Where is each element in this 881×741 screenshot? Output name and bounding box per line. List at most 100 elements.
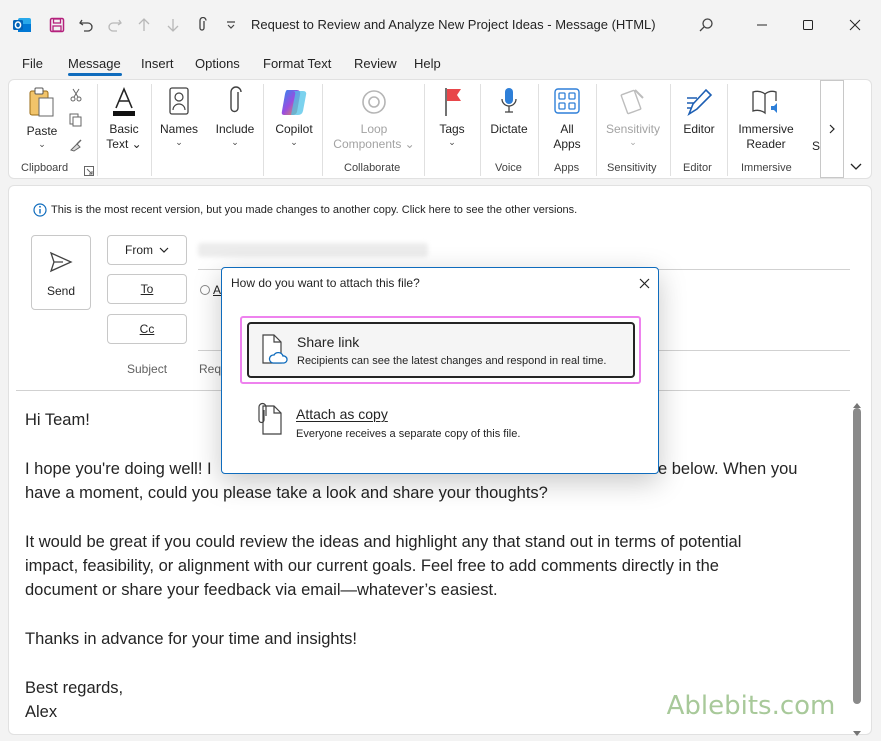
undo-icon[interactable] [75,14,97,36]
copilot-icon [281,90,307,115]
redo-icon[interactable] [104,14,126,36]
tab-message[interactable]: Message [68,56,121,71]
separator [727,84,728,176]
attach-as-copy-title: Attach as copy [296,406,388,422]
dialog-title: How do you want to attach this file? [231,276,420,290]
separator [480,84,481,176]
separator [263,84,264,176]
separator [424,84,425,176]
send-button[interactable]: Send [31,235,91,310]
dialog-close-button[interactable] [634,273,654,293]
separator [151,84,152,176]
outlook-logo-icon [11,14,33,36]
editor-button[interactable]: Editor [678,86,720,137]
customize-toolbar-icon[interactable] [220,14,242,36]
sensitivity-button[interactable]: Sensitivity ⌄ [603,86,663,147]
include-button[interactable]: Include ⌄ [213,86,257,147]
dictate-button[interactable]: Dictate [487,86,531,137]
body-p2-line3[interactable]: document or share your feedback via emai… [25,578,498,602]
body-p3[interactable]: Thanks in advance for your time and insi… [25,627,357,651]
attachment-radio-icon [200,285,210,295]
send-icon [49,251,73,273]
arrow-down-icon[interactable] [162,14,184,36]
paste-icon [29,87,54,117]
body-p1-line2[interactable]: have a moment, could you please take a l… [25,481,548,505]
basic-text-icon [113,86,135,116]
group-immersive: Immersive [741,162,792,174]
apps-grid-icon [554,88,580,114]
tab-file[interactable]: File [22,56,43,71]
tab-insert[interactable]: Insert [141,56,174,71]
names-button[interactable]: Names ⌄ [158,86,200,147]
microphone-icon [501,88,517,113]
paste-button[interactable]: Paste ⌄ [24,86,60,149]
share-link-title: Share link [297,334,360,350]
save-icon[interactable] [46,14,68,36]
separator [596,84,597,176]
chevron-down-icon [159,247,169,253]
body-name[interactable]: Alex [25,700,57,724]
to-button[interactable]: To [107,274,187,304]
tab-format-text[interactable]: Format Text [263,56,331,71]
attach-icon[interactable] [191,14,213,36]
scroll-down-icon[interactable] [852,725,862,741]
attach-as-copy-description: Everyone receives a separate copy of thi… [296,428,521,440]
immersive-reader-button[interactable]: Immersive Reader [736,86,796,152]
minimize-icon[interactable] [749,12,775,38]
tab-review[interactable]: Review [354,56,397,71]
ribbon-expand-chevron-icon[interactable] [850,158,862,176]
group-apps: Apps [554,162,580,174]
scrollbar-thumb[interactable] [853,408,861,704]
cut-icon[interactable] [69,88,83,107]
group-sensitivity: Sensitivity [607,162,657,174]
attach-file-icon [258,402,282,435]
loop-components-button[interactable]: Loop Components ⌄ [332,86,416,152]
editor-icon [687,88,713,116]
flag-icon [445,88,461,116]
subject-label: Subject [127,362,168,376]
tab-help[interactable]: Help [414,56,441,71]
body-p2-line2[interactable]: impact, feasibility, or alignment with o… [25,554,719,578]
cloud-file-icon [262,334,288,364]
title-bar: Request to Review and Analyze New Projec… [0,0,881,50]
search-icon[interactable] [693,12,719,38]
separator [670,84,671,176]
window-title: Request to Review and Analyze New Projec… [251,17,656,32]
group-clipboard: Clipboard [21,162,69,174]
basic-text-button[interactable]: Basic Text ⌄ [104,86,144,152]
address-book-icon [169,87,189,115]
immersive-reader-icon [752,90,777,115]
subject-field[interactable]: Req [199,362,221,376]
separator [97,84,98,176]
cc-button[interactable]: Cc [107,314,187,344]
attachment-partial-label: A [213,283,222,297]
close-window-icon[interactable] [842,12,868,38]
version-infobar[interactable]: This is the most recent version, but you… [33,203,577,217]
copilot-button[interactable]: Copilot ⌄ [272,86,316,147]
body-p1-line1-end[interactable]: e below. When you [658,457,797,481]
from-button[interactable]: From [107,235,187,265]
group-collaborate: Collaborate [344,162,401,174]
maximize-icon[interactable] [795,12,821,38]
separator [538,84,539,176]
all-apps-button[interactable]: All Apps [547,86,587,152]
separator [322,84,323,176]
tab-options[interactable]: Options [195,56,240,71]
format-painter-icon[interactable] [69,138,83,157]
attach-as-copy-option[interactable]: Attach as copy Everyone receives a separ… [248,394,636,450]
body-p1-line1[interactable]: I hope you're doing well! I [25,457,212,481]
close-icon [639,278,649,288]
active-tab-indicator [68,73,122,76]
copy-icon[interactable] [69,113,83,132]
infobar-text: This is the most recent version, but you… [51,204,578,216]
body-greeting[interactable]: Hi Team! [25,408,90,432]
arrow-up-icon[interactable] [133,14,155,36]
share-link-option[interactable]: Share link Recipients can see the latest… [247,322,635,378]
loop-icon [362,90,386,114]
ribbon-scroll-right-button[interactable] [820,80,844,178]
sensitivity-icon [620,89,644,115]
body-closing[interactable]: Best regards, [25,676,123,700]
body-p2-line1[interactable]: It would be great if you could review th… [25,530,741,554]
clipboard-launcher-icon[interactable] [84,163,94,181]
tags-button[interactable]: Tags ⌄ [434,86,470,147]
